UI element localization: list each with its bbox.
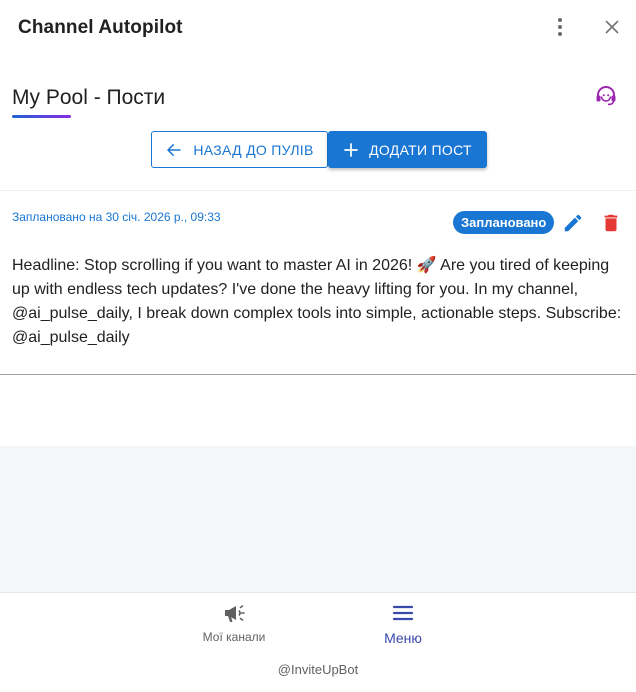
add-post-button[interactable]: ДОДАТИ ПОСТ xyxy=(328,131,487,168)
title-bar: Channel Autopilot xyxy=(0,0,636,56)
nav-my-channels[interactable]: Мої канали xyxy=(164,593,304,644)
title-underline xyxy=(12,115,71,118)
back-to-pools-button[interactable]: НАЗАД ДО ПУЛІВ xyxy=(151,131,328,168)
menu-icon xyxy=(392,605,414,621)
nav-menu[interactable]: Меню xyxy=(333,593,473,646)
back-button-label: НАЗАД ДО ПУЛІВ xyxy=(193,141,314,158)
more-vertical-icon[interactable] xyxy=(550,16,570,38)
support-agent-icon[interactable] xyxy=(594,84,618,108)
plus-icon xyxy=(344,142,358,157)
delete-icon[interactable] xyxy=(600,212,622,234)
post-body: Headline: Stop scrolling if you want to … xyxy=(12,257,622,346)
post-card: Заплановано на 30 січ. 2026 р., 09:33 За… xyxy=(0,191,636,375)
close-icon[interactable] xyxy=(601,16,623,38)
nav-my-channels-label: Мої канали xyxy=(202,630,266,644)
bottom-navigation: Мої канали Меню @InviteUpBot xyxy=(0,592,636,692)
app-title: Channel Autopilot xyxy=(18,17,183,38)
page-header: My Pool - Пости xyxy=(12,86,165,118)
edit-icon[interactable] xyxy=(562,212,584,234)
status-badge: Заплановано xyxy=(453,211,555,234)
page-title: My Pool - Пости xyxy=(12,86,166,109)
nav-menu-label: Меню xyxy=(384,630,422,646)
scheduled-date: Заплановано на 30 січ. 2026 р., 09:33 xyxy=(12,210,221,224)
megaphone-icon xyxy=(225,605,245,622)
add-button-label: ДОДАТИ ПОСТ xyxy=(369,141,472,158)
content-background xyxy=(0,446,636,592)
arrow-left-icon xyxy=(167,143,182,156)
bot-handle: @InviteUpBot xyxy=(277,662,359,677)
